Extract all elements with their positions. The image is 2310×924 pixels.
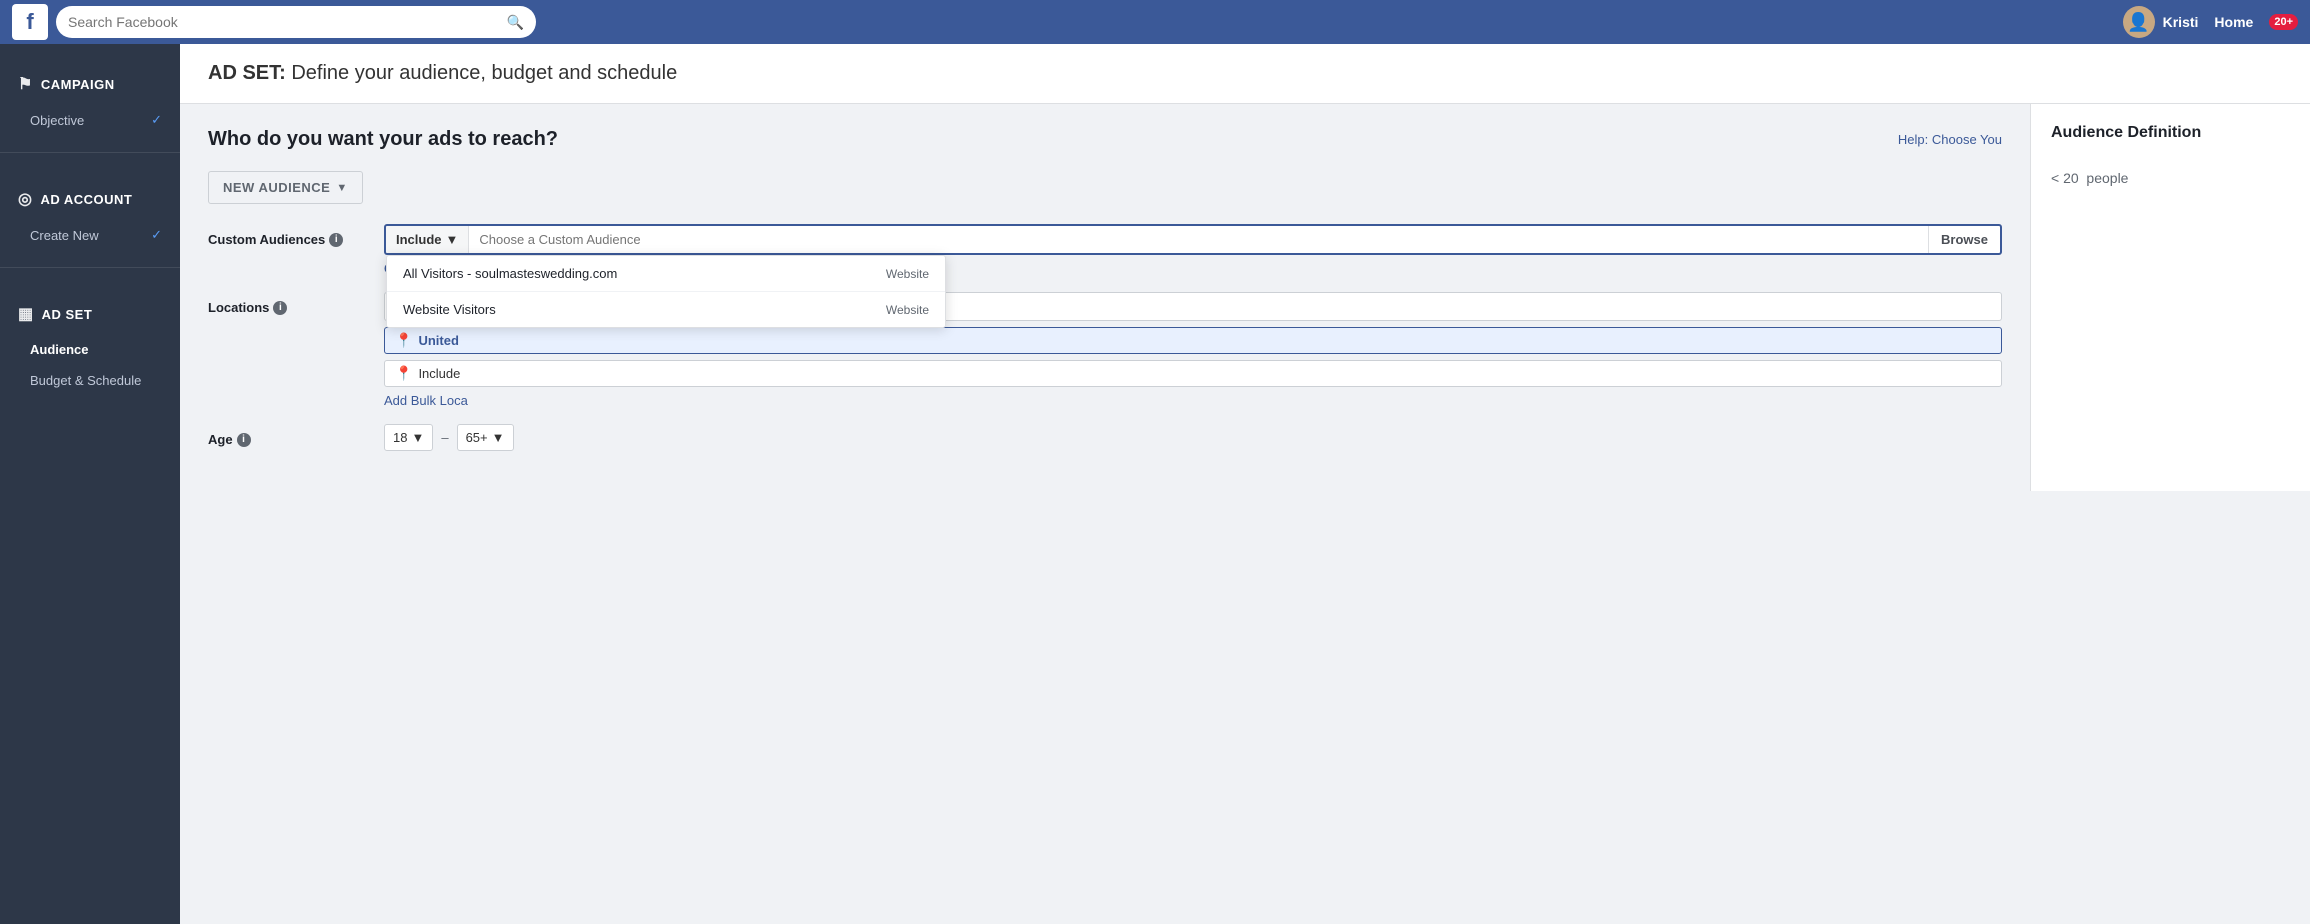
dropdown-item-all-visitors[interactable]: All Visitors - soulmasteswedding.com Web… (387, 256, 945, 292)
browse-button[interactable]: Browse (1928, 226, 2000, 253)
notification-badge[interactable]: 20+ (2269, 14, 2298, 30)
include-tag-label: Include (418, 366, 460, 381)
audience-section-title: Who do you want your ads to reach? (208, 128, 558, 151)
help-link[interactable]: Help: Choose You (1898, 132, 2002, 147)
age-dash: – (441, 430, 448, 445)
sidebar-item-objective[interactable]: Objective ✓ (0, 104, 180, 136)
avatar: 👤 (2123, 6, 2155, 38)
top-navigation: f 🔍 👤 Kristi Home 20+ (0, 0, 2310, 44)
sidebar-item-budget-schedule[interactable]: Budget & Schedule (0, 365, 180, 396)
custom-audience-dropdown: All Visitors - soulmasteswedding.com Web… (386, 255, 946, 328)
min-age-select[interactable]: 18 ▼ (384, 424, 433, 451)
dropdown-item-type-2: Website (886, 303, 929, 317)
facebook-logo: f (12, 4, 48, 40)
search-input[interactable] (68, 14, 501, 30)
adset-header: AD SET: Define your audience, budget and… (180, 44, 2310, 104)
audience-definition-panel: Audience Definition < 20 people (2030, 104, 2310, 491)
custom-audiences-row: Custom Audiences i Include ▼ Browse (208, 224, 2002, 276)
location-tag-label: United (418, 333, 458, 348)
new-audience-label: NEW AUDIENCE (223, 180, 330, 195)
age-selector: 18 ▼ – 65+ ▼ (384, 424, 2002, 451)
min-age-value: 18 (393, 430, 407, 445)
sidebar-divider-2 (0, 267, 180, 268)
custom-audience-text-input[interactable] (469, 226, 1928, 253)
location-pin-icon: 📍 (395, 332, 412, 349)
max-age-select[interactable]: 65+ ▼ (457, 424, 514, 451)
audience-size-prefix: < 20 (2051, 170, 2079, 186)
dropdown-item-name: All Visitors - soulmasteswedding.com (403, 266, 617, 281)
home-link[interactable]: Home (2214, 14, 2253, 30)
dropdown-item-name-2: Website Visitors (403, 302, 496, 317)
chevron-down-icon: ▼ (336, 182, 347, 194)
ad-account-icon: ◎ (18, 189, 32, 209)
audience-top: Who do you want your ads to reach? Help:… (208, 128, 2002, 151)
include-chevron-icon: ▼ (446, 232, 459, 247)
app-layout: ⚑ CAMPAIGN Objective ✓ ◎ AD ACCOUNT Crea… (0, 44, 2310, 924)
sidebar-budget-label: Budget & Schedule (30, 373, 141, 388)
sidebar-item-create-new[interactable]: Create New ✓ (0, 219, 180, 251)
audience-definition-title: Audience Definition (2051, 124, 2290, 142)
two-col-layout: Who do you want your ads to reach? Help:… (180, 104, 2310, 491)
max-age-value: 65+ (466, 430, 488, 445)
objective-check-icon: ✓ (151, 112, 162, 128)
sidebar-create-new-label: Create New (30, 228, 99, 243)
sidebar-header-campaign: ⚑ CAMPAIGN (0, 64, 180, 104)
location-tag: 📍 United (384, 327, 2002, 354)
sidebar-adaccount-label: AD ACCOUNT (40, 192, 132, 207)
adset-title-prefix: AD SET: (208, 62, 286, 84)
custom-audience-input-wrapper: Include ▼ Browse All Visitors - soulmast… (384, 224, 2002, 255)
sidebar-adset-label: AD SET (42, 307, 93, 322)
dropdown-item-type: Website (886, 267, 929, 281)
sidebar: ⚑ CAMPAIGN Objective ✓ ◎ AD ACCOUNT Crea… (0, 44, 180, 924)
adset-title: AD SET: Define your audience, budget and… (208, 62, 2282, 85)
age-info-icon[interactable]: i (237, 433, 251, 447)
user-name: Kristi (2163, 14, 2199, 30)
include-tag-pin-icon: 📍 (395, 365, 412, 382)
ad-set-icon: ▦ (18, 304, 34, 324)
locations-info-icon[interactable]: i (273, 301, 287, 315)
main-content: AD SET: Define your audience, budget and… (180, 44, 2310, 924)
user-nav[interactable]: 👤 Kristi (2123, 6, 2199, 38)
new-audience-button[interactable]: NEW AUDIENCE ▼ (208, 171, 363, 204)
sidebar-section-campaign: ⚑ CAMPAIGN Objective ✓ (0, 44, 180, 146)
max-age-chevron: ▼ (492, 430, 505, 445)
sidebar-audience-label: Audience (30, 342, 89, 357)
sidebar-divider-1 (0, 152, 180, 153)
sidebar-objective-label: Objective (30, 113, 84, 128)
sidebar-header-adaccount: ◎ AD ACCOUNT (0, 179, 180, 219)
add-bulk-locations-link[interactable]: Add Bulk Loca (384, 393, 2002, 408)
min-age-chevron: ▼ (411, 430, 424, 445)
include-label: Include (396, 232, 442, 247)
main-form: Who do you want your ads to reach? Help:… (180, 104, 2030, 491)
dropdown-item-website-visitors[interactable]: Website Visitors Website (387, 292, 945, 327)
sidebar-campaign-label: CAMPAIGN (41, 77, 115, 92)
campaign-icon: ⚑ (18, 74, 33, 94)
sidebar-section-adset: ▦ AD SET Audience Budget & Schedule (0, 274, 180, 406)
audience-size: < 20 people (2051, 158, 2290, 190)
sidebar-item-audience[interactable]: Audience (0, 334, 180, 365)
adset-title-text: Define your audience, budget and schedul… (291, 62, 677, 84)
age-label: Age i (208, 424, 368, 447)
include-tag[interactable]: 📍 Include (384, 360, 2002, 387)
nav-right: 👤 Kristi Home 20+ (2123, 6, 2298, 38)
custom-audiences-info-icon[interactable]: i (329, 233, 343, 247)
sidebar-section-adaccount: ◎ AD ACCOUNT Create New ✓ (0, 159, 180, 261)
search-bar[interactable]: 🔍 (56, 6, 536, 38)
age-control: 18 ▼ – 65+ ▼ (384, 424, 2002, 451)
create-new-check-icon: ✓ (151, 227, 162, 243)
search-icon: 🔍 (507, 14, 524, 31)
custom-audiences-control: Include ▼ Browse All Visitors - soulmast… (384, 224, 2002, 276)
custom-audiences-label: Custom Audiences i (208, 224, 368, 247)
locations-label: Locations i (208, 292, 368, 315)
age-row: Age i 18 ▼ – 65+ ▼ (208, 424, 2002, 451)
include-dropdown[interactable]: Include ▼ (386, 226, 469, 253)
sidebar-header-adset: ▦ AD SET (0, 294, 180, 334)
audience-size-unit: people (2086, 170, 2128, 186)
